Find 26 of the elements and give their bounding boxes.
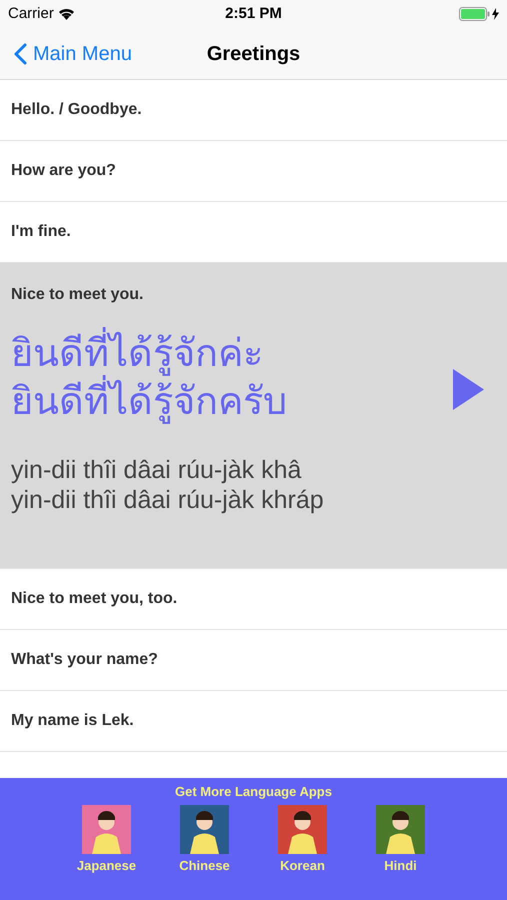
carrier-label: Carrier — [8, 4, 54, 24]
romanization-text: yin-dii thîi dâai rúu-jàk khâ — [11, 455, 302, 485]
battery-icon — [459, 7, 490, 21]
back-button[interactable]: Main Menu — [0, 38, 132, 68]
romanization-text: yin-dii thîi dâai rúu-jàk khráp — [11, 485, 324, 515]
app-link[interactable]: Korean — [254, 804, 352, 875]
wifi-icon — [58, 8, 75, 20]
screen-title: Greetings — [206, 42, 300, 66]
phrase-text: My name is Lek. — [11, 711, 134, 731]
phrase-text: How are you? — [11, 161, 116, 181]
app-link[interactable]: Hindi — [352, 804, 450, 875]
phrase-text: What's your name? — [11, 650, 158, 670]
banner-title: Get More Language Apps — [175, 783, 332, 801]
app-link[interactable]: Japanese — [58, 804, 156, 875]
play-button[interactable] — [453, 369, 484, 410]
thai-text: ยินดีที่ได้รู้จักค่ะ — [11, 329, 263, 377]
phrase-text: I'm fine. — [11, 222, 71, 242]
time-label: 2:51 PM — [225, 4, 282, 24]
phrase-text: Nice to meet you, too. — [11, 589, 178, 609]
chevron-icon — [14, 42, 27, 64]
bolt-icon — [492, 8, 499, 20]
app-link[interactable]: Chinese — [156, 804, 254, 875]
expanded-phrase-row[interactable]: Nice to meet you. ยินดีที่ได้รู้จักค่ะ ยินดีที่ได้รู้จักครับ yin-dii thîi dâai rúu-jàk khâ yin-dii thîi dâai rúu-jàk khráp — [0, 263, 507, 569]
thai-text: ยินดีที่ได้รู้จักครับ — [11, 377, 287, 425]
phrase-text: Hello. / Goodbye. — [11, 100, 142, 120]
phrase-text: Nice to meet you. — [11, 285, 144, 305]
